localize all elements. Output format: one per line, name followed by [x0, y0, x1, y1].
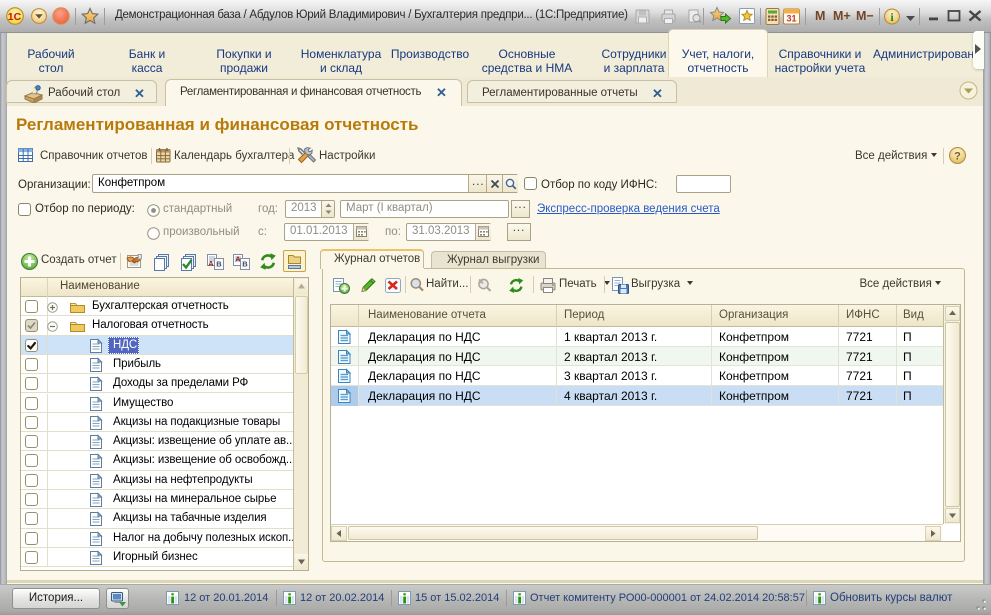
- svg-text:1С: 1С: [8, 11, 22, 23]
- svg-text:?: ?: [954, 151, 961, 163]
- svg-text:A: A: [208, 259, 214, 268]
- svg-text:B: B: [242, 260, 248, 269]
- svg-text:31: 31: [786, 14, 796, 24]
- svg-text:B: B: [216, 260, 222, 269]
